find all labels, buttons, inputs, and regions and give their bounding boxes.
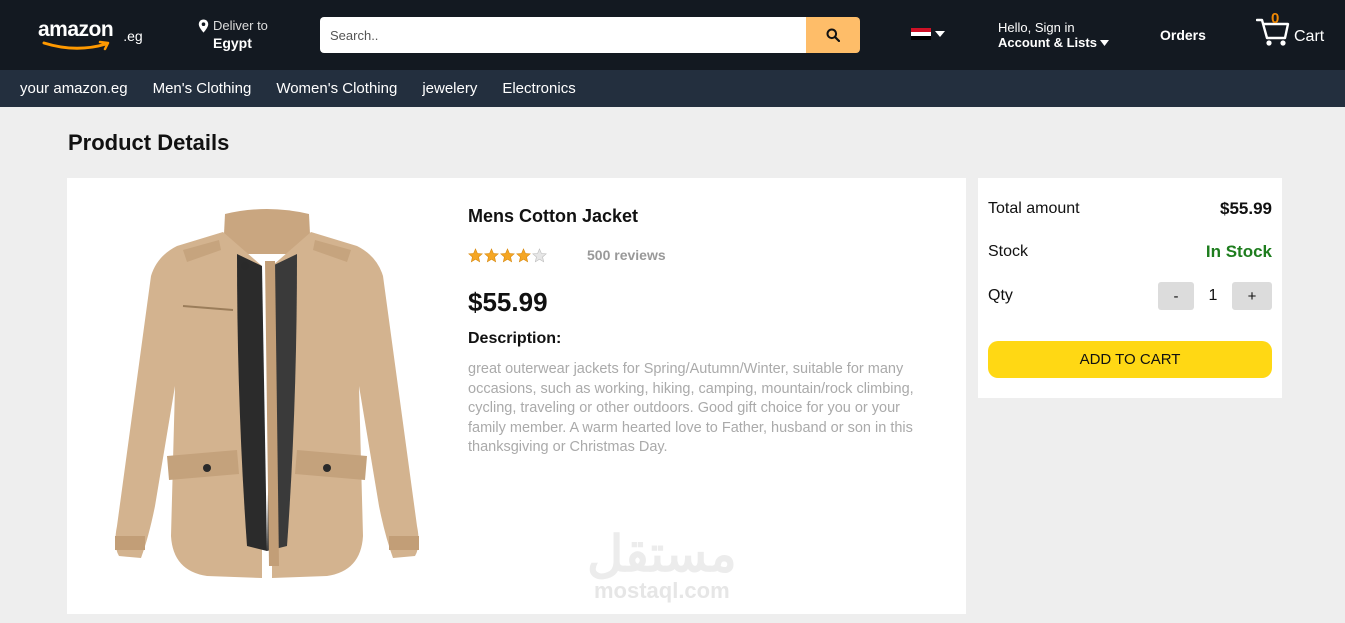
deliver-label: Deliver to: [213, 18, 268, 33]
qty-label: Qty: [988, 287, 1013, 304]
star-icon: [484, 247, 499, 262]
product-card: Mens Cotton Jacket 500 reviews $55.99 De…: [67, 178, 966, 614]
logo-tld: .eg: [123, 28, 143, 44]
search-bar: [320, 17, 860, 53]
add-to-cart-button[interactable]: ADD TO CART: [988, 341, 1272, 378]
stock-status: In Stock: [1205, 242, 1272, 261]
watermark-arabic: مستقل: [587, 526, 737, 582]
top-header: amazon .eg Deliver to Egypt Search.. Hel…: [0, 0, 1345, 70]
category-nav: your amazon.eg Men's Clothing Women's Cl…: [0, 70, 1345, 107]
nav-item-electronics[interactable]: Electronics: [502, 80, 575, 97]
nav-item-your-amazon[interactable]: your amazon.eg: [20, 80, 128, 97]
location-pin-icon: [198, 19, 209, 32]
qty-value: 1: [1208, 287, 1218, 304]
stock-label: Stock: [988, 243, 1029, 260]
cart-button[interactable]: 0 Cart: [1256, 10, 1325, 48]
cart-count: 0: [1271, 10, 1280, 27]
star-rating: [468, 247, 547, 263]
nav-item-mens-clothing[interactable]: Men's Clothing: [153, 80, 252, 97]
account-greeting: Hello, Sign in: [998, 20, 1075, 35]
logo-smile-icon: [42, 40, 110, 51]
total-value: $55.99: [1220, 199, 1272, 218]
watermark: مستقل mostaql.com: [587, 528, 737, 604]
search-button[interactable]: [806, 17, 860, 53]
deliver-country: Egypt: [213, 35, 252, 51]
language-selector[interactable]: [911, 28, 945, 40]
page-title: Product Details: [68, 130, 230, 155]
cart-label: Cart: [1294, 28, 1325, 45]
amazon-logo[interactable]: amazon .eg: [38, 18, 143, 51]
search-input[interactable]: [320, 17, 806, 53]
star-empty-icon: [532, 247, 547, 262]
quantity-stepper: - 1 +: [1158, 282, 1272, 310]
star-icon: [468, 247, 483, 262]
account-menu[interactable]: Hello, Sign in Account & Lists: [998, 20, 1109, 50]
qty-decrease-button[interactable]: -: [1158, 282, 1194, 310]
orders-link[interactable]: Orders: [1160, 27, 1206, 43]
star-icon: [516, 247, 531, 262]
description-text: great outerwear jackets for Spring/Autum…: [468, 361, 914, 455]
egypt-flag-icon: [911, 28, 931, 40]
product-price: $55.99: [468, 287, 548, 317]
nav-item-jewelery[interactable]: jewelery: [422, 80, 477, 97]
product-name: Mens Cotton Jacket: [468, 206, 639, 226]
nav-item-womens-clothing[interactable]: Women's Clothing: [276, 80, 397, 97]
logo-text: amazon: [38, 18, 114, 41]
reviews-count[interactable]: 500 reviews: [587, 247, 666, 263]
search-icon: [826, 28, 840, 42]
rating-row: 500 reviews: [468, 247, 938, 263]
caret-down-icon: [935, 31, 945, 37]
description-title: Description:: [468, 330, 562, 347]
stock-row: Stock In Stock: [988, 242, 1272, 262]
product-image: [115, 209, 419, 578]
watermark-latin: mostaql.com: [593, 578, 730, 603]
purchase-summary: Total amount $55.99 Stock In Stock Qty -…: [978, 178, 1282, 398]
caret-down-icon: [1099, 39, 1109, 46]
product-info: Mens Cotton Jacket 500 reviews $55.99 De…: [468, 206, 938, 458]
qty-increase-button[interactable]: +: [1232, 282, 1272, 310]
account-lists-label: Account & Lists: [998, 35, 1097, 50]
deliver-to[interactable]: Deliver to Egypt: [198, 18, 268, 51]
star-icon: [500, 247, 515, 262]
total-row: Total amount $55.99: [988, 199, 1272, 219]
total-label: Total amount: [988, 200, 1080, 217]
qty-row: Qty - 1 +: [988, 282, 1272, 310]
